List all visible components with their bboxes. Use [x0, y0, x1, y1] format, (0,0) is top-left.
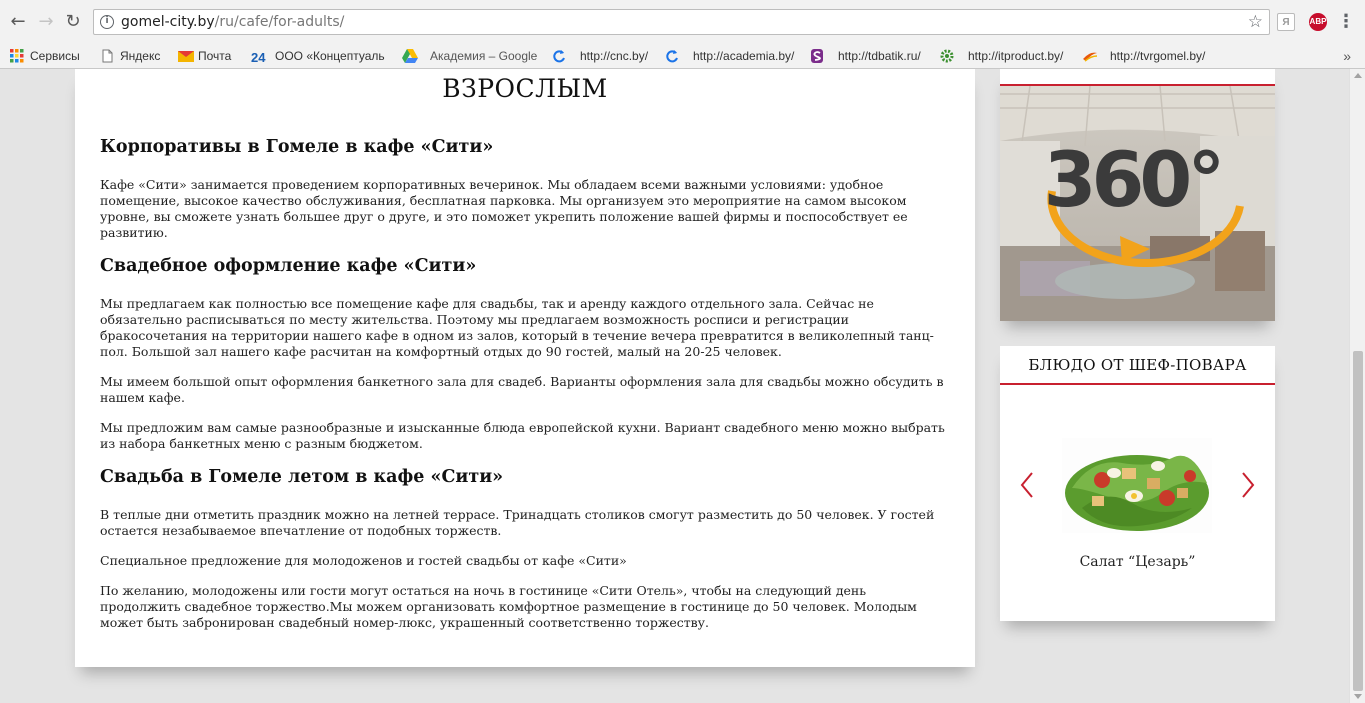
paragraph: Специальное предложение для молодоженов …: [100, 553, 627, 568]
bookmark-item-academy[interactable]: Академия – Google: [402, 47, 537, 65]
bookmark-item-yandex[interactable]: Яндекс: [100, 47, 160, 65]
bookmark-item-cnc[interactable]: http://cnc.by/: [552, 47, 648, 65]
chef-dish-widget: БЛЮДО ОТ ШЕФ-ПОВАРА Салат “Цезарь”: [1000, 346, 1275, 621]
bookmark-item-mail[interactable]: Почта: [178, 47, 231, 65]
browser-toolbar: ← → ↻ i gomel-city.by/ru/cafe/for-adults…: [0, 0, 1365, 43]
section-heading: Свадьба в Гомеле летом в кафе «Сити»: [100, 467, 504, 487]
swoosh-logo-icon: [1082, 49, 1098, 63]
number-24-icon: 24: [251, 50, 266, 65]
bookmarks-bar: Сервисы Яндекс Почта 24 ООО «Концептуаль…: [0, 43, 1365, 69]
url-path: /ru/cafe/for-adults/: [214, 14, 345, 30]
bookmark-label: Яндекс: [120, 49, 161, 63]
bookmark-label: Академия – Google: [430, 49, 538, 63]
adblock-plus-icon[interactable]: ABP: [1309, 13, 1327, 31]
paragraph: В теплые дни отметить праздник можно на …: [100, 507, 935, 538]
scroll-up-arrow-icon[interactable]: [1354, 73, 1362, 78]
dish-name[interactable]: Салат “Цезарь”: [1000, 554, 1275, 570]
carousel-prev-arrow-icon[interactable]: [1017, 470, 1037, 500]
bookmark-label: Сервисы: [30, 49, 80, 63]
bookmark-item-tdbatik[interactable]: http://tdbatik.ru/: [810, 47, 921, 65]
paragraph: Мы предлагаем как полностью все помещени…: [100, 296, 934, 359]
bookmark-item-academia[interactable]: http://academia.by/: [665, 47, 794, 65]
bookmarks-overflow-button[interactable]: »: [1343, 47, 1351, 65]
s-logo-icon: [810, 49, 824, 63]
article-content: Корпоративы в Гомеле в кафе «Сити» Кафе …: [100, 135, 950, 631]
bookmark-label: http://tvrgomel.by/: [1110, 49, 1206, 63]
bookmark-label: http://itproduct.by/: [968, 49, 1064, 63]
forward-arrow-icon[interactable]: →: [36, 12, 56, 32]
bookmark-item-services[interactable]: Сервисы: [10, 47, 80, 65]
google-drive-icon: [402, 49, 418, 63]
address-bar[interactable]: i gomel-city.by/ru/cafe/for-adults/ ☆: [93, 9, 1270, 35]
bookmark-star-icon[interactable]: ☆: [1248, 12, 1263, 32]
paragraph: По желанию, молодожены или гости могут о…: [100, 583, 917, 630]
bookmark-label: Почта: [198, 49, 232, 63]
carousel-next-arrow-icon[interactable]: [1238, 470, 1258, 500]
gear-logo-icon: [940, 49, 954, 63]
bookmark-item-itproduct[interactable]: http://itproduct.by/: [940, 47, 1063, 65]
refresh-logo-icon: [552, 49, 566, 63]
bookmark-item-tvrgomel[interactable]: http://tvrgomel.by/: [1082, 47, 1205, 65]
bookmark-item-concept[interactable]: 24 ООО «Концептуаль: [251, 47, 385, 65]
bookmark-label: http://cnc.by/: [580, 49, 649, 63]
paragraph: Мы имеем большой опыт оформления банкетн…: [100, 374, 944, 405]
reload-icon[interactable]: ↻: [63, 12, 83, 32]
bookmark-label: http://tdbatik.ru/: [838, 49, 921, 63]
url-text[interactable]: gomel-city.by/ru/cafe/for-adults/: [121, 13, 344, 31]
paragraph: Мы предложим вам самые разнообразные и и…: [100, 420, 945, 451]
browser-menu-icon[interactable]: ⋮: [1337, 12, 1355, 32]
yandex-extension-icon[interactable]: Я: [1277, 13, 1295, 31]
panorama-widget: 360°: [1000, 69, 1275, 321]
bookmark-label: http://academia.by/: [693, 49, 795, 63]
paragraph: Кафе «Сити» занимается проведением корпо…: [100, 177, 908, 240]
red-divider: [1000, 383, 1275, 385]
refresh-logo-icon: [665, 49, 679, 63]
apps-grid-icon: [10, 49, 24, 63]
site-info-icon[interactable]: i: [100, 15, 114, 29]
back-arrow-icon[interactable]: ←: [8, 12, 28, 32]
bookmark-label: ООО «Концептуаль: [275, 49, 385, 63]
main-content-card: ВЗРОСЛЫМ Корпоративы в Гомеле в кафе «Си…: [75, 69, 975, 667]
panorama-360-link[interactable]: 360°: [1000, 86, 1275, 321]
mail-icon: [178, 49, 194, 63]
page-scrollbar[interactable]: [1349, 69, 1365, 703]
section-heading: Корпоративы в Гомеле в кафе «Сити»: [100, 137, 494, 157]
dish-image[interactable]: [1062, 438, 1212, 533]
url-host: gomel-city.by: [121, 14, 215, 30]
chef-dish-header: БЛЮДО ОТ ШЕФ-ПОВАРА: [1028, 356, 1247, 374]
page-viewport: ВЗРОСЛЫМ Корпоративы в Гомеле в кафе «Си…: [0, 69, 1349, 703]
scroll-down-arrow-icon[interactable]: [1354, 694, 1362, 699]
page-icon: [100, 49, 114, 63]
scrollbar-thumb[interactable]: [1353, 351, 1363, 691]
page-title: ВЗРОСЛЫМ: [442, 74, 608, 103]
section-heading: Свадебное оформление кафе «Сити»: [100, 256, 477, 276]
panorama-label: 360°: [1044, 135, 1221, 224]
